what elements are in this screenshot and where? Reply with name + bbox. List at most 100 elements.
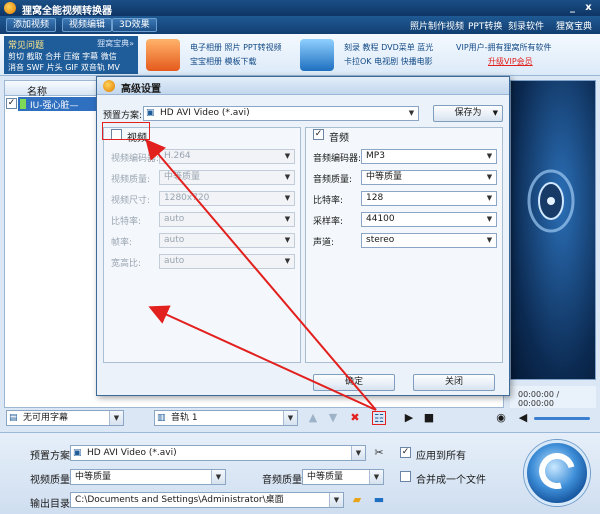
chevron-down-icon: ▼ <box>408 109 415 117</box>
dialog-title-bar: 高级设置 <box>97 77 509 95</box>
audio-track-select[interactable]: ▥ 音轨 1 ▼ <box>154 410 298 426</box>
audio-bitrate-label: 比特率: <box>313 196 344 206</box>
audio-quality-dlg-select[interactable]: 中等质量 ▼ <box>361 170 497 185</box>
folder-icon[interactable]: ▰ <box>350 493 364 507</box>
photo-video-link[interactable]: 照片制作视频 <box>410 19 464 32</box>
vip-upgrade-link[interactable]: 升级VIP会员 <box>488 56 533 67</box>
ad2-line1[interactable]: 刻录 教程 DVD菜单 蓝光 <box>344 42 433 53</box>
settings-tools-icon[interactable]: ✂ <box>372 446 386 460</box>
faq-links-row-1[interactable]: 剪切 截取 合并 压缩 字幕 微信 <box>8 51 117 62</box>
volume-slider[interactable] <box>534 417 590 420</box>
audio-codec-select[interactable]: MP3 ▼ <box>361 149 497 164</box>
audio-bitrate-select[interactable]: 128 ▼ <box>361 191 497 206</box>
dvd-burn-icon[interactable] <box>300 39 334 71</box>
ppt-convert-link[interactable]: PPT转换 <box>468 19 502 32</box>
aspect-ratio-select[interactable]: auto ▼ <box>159 254 295 269</box>
video-size-select[interactable]: 1280x720 ▼ <box>159 191 295 206</box>
audio-quality-label: 音频质量: <box>262 475 306 486</box>
delete-icon[interactable]: ✖ <box>348 411 362 425</box>
faq-box: 常见问题 狸窝宝典» 剪切 截取 合并 压缩 字幕 微信 消音 SWF 片头 G… <box>4 36 138 74</box>
preset-label: 预置方案: <box>30 451 74 462</box>
channel-select[interactable]: stereo ▼ <box>361 233 497 248</box>
output-dir-field[interactable]: C:\Documents and Settings\Administrator\… <box>70 492 344 508</box>
audio-quality-select[interactable]: 中等质量 ▼ <box>302 469 384 485</box>
dialog-preset-label: 预置方案: <box>103 111 143 121</box>
save-as-label: 保存为 <box>454 108 482 118</box>
video-bitrate-value: auto <box>164 214 185 224</box>
advanced-settings-icon[interactable]: ☷ <box>372 411 386 425</box>
ppt-album-icon[interactable] <box>146 39 180 71</box>
volume-icon[interactable]: ◀ <box>516 411 530 425</box>
file-name: IU-强心脏— <box>30 101 79 111</box>
faq-links-row-2[interactable]: 消音 SWF 片头 GIF 双音轨 MV <box>8 62 120 73</box>
chevron-down-icon: ▼ <box>284 236 291 244</box>
video-quality-select[interactable]: 中等质量 ▼ <box>70 469 226 485</box>
video-file-icon <box>20 99 26 109</box>
video-quality-dlg-value: 中等质量 <box>164 172 201 182</box>
faq-guide-link[interactable]: 狸窝宝典» <box>97 38 134 49</box>
ok-button[interactable]: 确定 <box>313 374 395 391</box>
chevron-down-icon: ▼ <box>486 173 493 181</box>
close-window-button[interactable]: x <box>582 2 595 14</box>
sample-rate-select[interactable]: 44100 ▼ <box>361 212 497 227</box>
subtitle-select[interactable]: ▤ 无可用字幕 ▼ <box>6 410 124 426</box>
chevron-down-icon: ▼ <box>486 194 493 202</box>
preset-value: HD AVI Video (*.avi) <box>87 448 177 458</box>
move-down-icon[interactable]: ▼ <box>326 411 340 425</box>
video-quality-dlg-label: 视频质量: <box>111 175 151 185</box>
video-quality-label: 视频质量: <box>30 475 74 486</box>
video-format-icon: ▣ <box>146 108 155 118</box>
move-up-icon[interactable]: ▲ <box>306 411 320 425</box>
ad2-line2[interactable]: 卡拉OK 电视剧 快播电影 <box>344 56 433 67</box>
chevron-down-icon: ▼ <box>284 173 291 181</box>
audio-codec-label: 音频编码器: <box>313 154 362 164</box>
video-bitrate-select[interactable]: auto ▼ <box>159 212 295 227</box>
video-preview <box>510 80 596 380</box>
ad1-line2[interactable]: 宝宝相册 模板下载 <box>190 56 257 67</box>
open-folder-icon[interactable]: ▬ <box>372 493 386 507</box>
video-codec-select[interactable]: H.264 ▼ <box>159 149 295 164</box>
preset-select[interactable]: ▣ HD AVI Video (*.avi) ▼ <box>70 445 366 461</box>
dialog-close-button[interactable]: 关闭 <box>413 374 495 391</box>
ad1-line1[interactable]: 电子相册 照片 PPT转视频 <box>190 42 282 53</box>
faq-title[interactable]: 常见问题 <box>8 38 44 51</box>
chevron-down-icon: ▼ <box>211 470 225 484</box>
dialog-title: 高级设置 <box>121 84 161 95</box>
ad-banner: 常见问题 狸窝宝典» 剪切 截取 合并 压缩 字幕 微信 消音 SWF 片头 G… <box>0 34 600 76</box>
output-settings-panel: 预置方案: ▣ HD AVI Video (*.avi) ▼ ✂ ✓ 应用到所有… <box>0 432 600 514</box>
subtitle-icon: ▤ <box>9 413 18 423</box>
play-icon[interactable]: ▶ <box>402 411 416 425</box>
dialog-preset-value: HD AVI Video (*.avi) <box>160 108 250 118</box>
apply-all-label: 应用到所有 <box>416 451 466 462</box>
merge-checkbox[interactable] <box>400 471 411 482</box>
video-bitrate-label: 比特率: <box>111 217 142 227</box>
minimize-button[interactable]: _ <box>566 2 579 14</box>
3d-effect-button[interactable]: 3D效果 <box>112 18 157 32</box>
chevron-down-icon: ▼ <box>109 411 123 425</box>
video-edit-button[interactable]: 视频编辑 <box>62 18 113 32</box>
burn-software-link[interactable]: 刻录软件 <box>508 19 544 32</box>
snapshot-icon[interactable]: ◉ <box>494 411 508 425</box>
sample-rate-value: 44100 <box>366 214 395 224</box>
add-video-button[interactable]: 添加视频 <box>6 18 57 32</box>
guide-link[interactable]: 狸窝宝典 <box>556 19 592 32</box>
file-list-item[interactable]: IU-强心脏— <box>18 97 96 111</box>
vip-text[interactable]: VIP用户-拥有狸窝所有软件 <box>456 42 552 53</box>
video-size-label: 视频尺寸: <box>111 196 151 206</box>
video-codec-label: 视频编码器: <box>111 154 160 164</box>
output-dir-value: C:\Documents and Settings\Administrator\… <box>75 495 284 505</box>
dialog-preset-select[interactable]: ▣ HD AVI Video (*.avi) ▼ <box>143 106 419 121</box>
chevron-down-icon: ▼ <box>284 215 291 223</box>
chevron-down-icon: ▼ <box>351 446 365 460</box>
audio-enable-checkbox[interactable]: ✓ <box>313 129 324 140</box>
save-as-button[interactable]: 保存为 ▼ <box>433 105 503 122</box>
framerate-select[interactable]: auto ▼ <box>159 233 295 248</box>
convert-button[interactable] <box>524 440 590 506</box>
stop-icon[interactable]: ■ <box>422 411 436 425</box>
file-checkbox[interactable]: ✓ <box>6 98 17 109</box>
convert-icon <box>532 446 582 496</box>
apply-all-checkbox[interactable]: ✓ <box>400 447 411 458</box>
video-quality-dlg-select[interactable]: 中等质量 ▼ <box>159 170 295 185</box>
chevron-down-icon: ▼ <box>284 152 291 160</box>
channel-label: 声道: <box>313 238 335 248</box>
